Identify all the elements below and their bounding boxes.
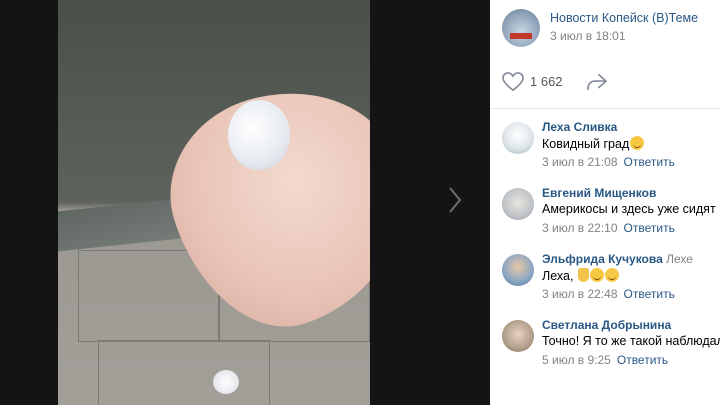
thumbs-up-emoji	[577, 268, 589, 282]
comment-meta: 3 июл в 21:08 Ответить	[542, 155, 675, 169]
reply-button[interactable]: Ответить	[617, 353, 668, 367]
group-name-link[interactable]: Новости Копейск (В)Теме	[550, 11, 698, 25]
reply-button[interactable]: Ответить	[624, 155, 675, 169]
comment-text: Ковидный град	[542, 136, 645, 151]
grin-emoji	[630, 136, 645, 150]
post-date[interactable]: 3 июл в 18:01	[550, 29, 626, 43]
comment-meta: 5 июл в 9:25 Ответить	[542, 353, 668, 367]
chevron-right-icon	[449, 187, 462, 213]
comment-author[interactable]: Светлана Добрынина	[542, 318, 671, 332]
comment-item: Светлана Добрынина Точно! Я то же такой …	[490, 316, 720, 382]
comment-date[interactable]: 3 июл в 22:10	[542, 221, 618, 235]
comment-reply-to[interactable]: Лехе	[666, 252, 693, 266]
comment-item: Евгений Мищенков Америкосы и здесь уже с…	[490, 184, 720, 250]
comment-text-body: Леха,	[542, 269, 574, 283]
group-avatar[interactable]	[502, 9, 540, 47]
comment-date[interactable]: 5 июл в 9:25	[542, 353, 611, 367]
comment-date[interactable]: 3 июл в 21:08	[542, 155, 618, 169]
comment-author: Эльфрида Кучукова Лехе	[542, 252, 693, 266]
comment-text: Леха,	[542, 268, 619, 283]
post-photo[interactable]	[58, 0, 370, 405]
reply-button[interactable]: Ответить	[624, 221, 675, 235]
laughing-emoji	[589, 268, 604, 282]
comment-date[interactable]: 3 июл в 22:48	[542, 287, 618, 301]
avatar[interactable]	[502, 320, 534, 352]
comment-item: Леха Сливка Ковидный град 3 июл в 21:08 О…	[490, 118, 720, 184]
photo-tile	[98, 340, 270, 405]
post-side-panel: Новости Копейск (В)Теме 3 июл в 18:01 1 …	[490, 0, 720, 405]
photo-hailstone	[228, 100, 290, 170]
like-count[interactable]: 1 662	[530, 74, 563, 89]
heart-icon[interactable]	[502, 72, 524, 92]
comment-meta: 3 июл в 22:10 Ответить	[542, 221, 675, 235]
comment-meta: 3 июл в 22:48 Ответить	[542, 287, 675, 301]
photo-hailstone	[213, 370, 239, 394]
comment-text-body: Ковидный град	[542, 137, 630, 151]
avatar[interactable]	[502, 254, 534, 286]
post-header: Новости Копейск (В)Теме 3 июл в 18:01	[490, 0, 720, 58]
comment-author[interactable]: Леха Сливка	[542, 120, 617, 134]
avatar[interactable]	[502, 188, 534, 220]
comment-item: Эльфрида Кучукова Лехе Леха, 3 июл в 22:…	[490, 250, 720, 316]
laughing-emoji	[604, 268, 619, 282]
post-actions: 1 662	[490, 58, 720, 109]
reply-button[interactable]: Ответить	[624, 287, 675, 301]
comment-text: Точно! Я то же такой наблюдала	[542, 334, 720, 348]
avatar[interactable]	[502, 122, 534, 154]
comment-text: Америкосы и здесь уже сидят	[542, 202, 716, 216]
comment-author[interactable]: Евгений Мищенков	[542, 186, 656, 200]
photo-viewer	[0, 0, 490, 405]
next-photo-button[interactable]	[440, 185, 470, 221]
comment-author-name[interactable]: Эльфрида Кучукова	[542, 252, 663, 266]
share-arrow-icon[interactable]	[586, 72, 608, 92]
